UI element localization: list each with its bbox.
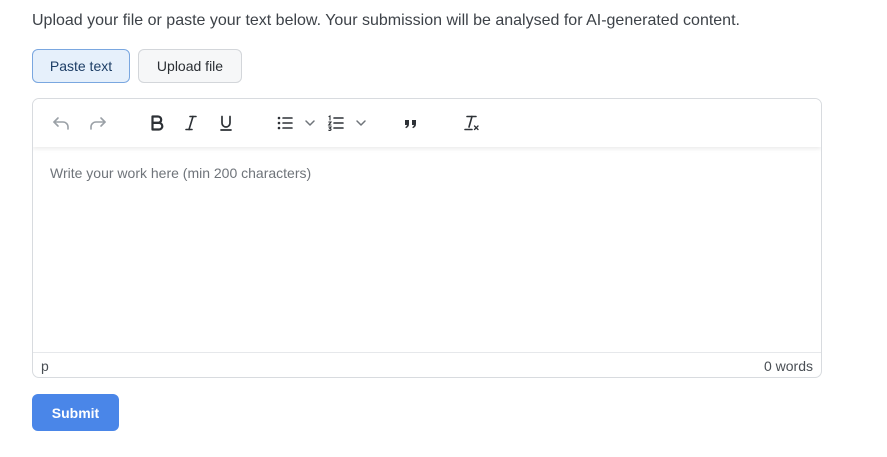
italic-icon[interactable] — [179, 111, 203, 135]
clear-formatting-icon[interactable] — [459, 111, 483, 135]
editor-toolbar — [33, 99, 821, 147]
chevron-down-icon[interactable] — [352, 111, 370, 135]
editor-content[interactable]: Write your work here (min 200 characters… — [33, 147, 821, 353]
paste-text-button[interactable]: Paste text — [32, 49, 130, 83]
numbered-list-icon[interactable] — [324, 111, 348, 135]
undo-icon[interactable] — [49, 111, 73, 135]
underline-icon[interactable] — [214, 111, 238, 135]
element-path[interactable]: p — [41, 358, 49, 374]
bold-icon[interactable] — [145, 111, 169, 135]
chevron-down-icon[interactable] — [301, 111, 319, 135]
editor-placeholder: Write your work here (min 200 characters… — [50, 165, 312, 181]
upload-file-button[interactable]: Upload file — [138, 49, 242, 83]
bullet-list-icon[interactable] — [273, 111, 297, 135]
instructions-text: Upload your file or paste your text belo… — [32, 12, 740, 29]
redo-icon[interactable] — [86, 111, 110, 135]
submit-button[interactable]: Submit — [32, 394, 119, 431]
rich-text-editor: Write your work here (min 200 characters… — [32, 98, 822, 378]
page: Upload your file or paste your text belo… — [0, 0, 887, 457]
word-count[interactable]: 0 words — [764, 358, 813, 374]
blockquote-icon[interactable] — [399, 111, 423, 135]
editor-statusbar: p 0 words — [33, 352, 821, 377]
